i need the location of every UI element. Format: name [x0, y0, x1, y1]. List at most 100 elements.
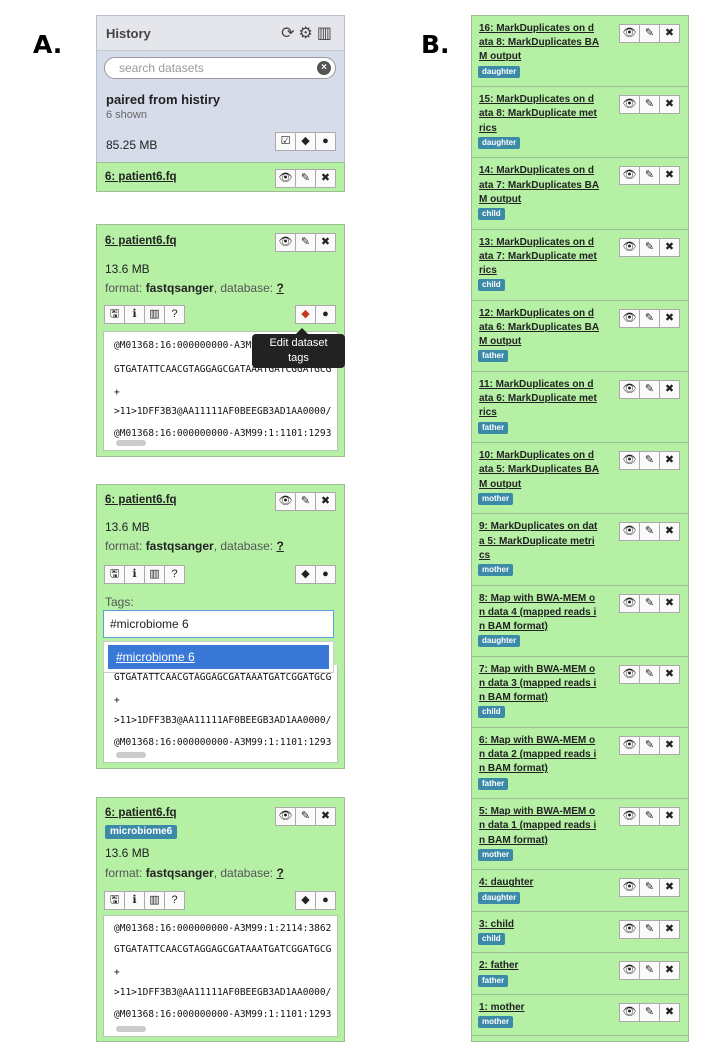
- dataset-row-title[interactable]: 16: MarkDuplicates on d ata 8: MarkDuplic…: [479, 22, 619, 65]
- dataset-row[interactable]: 13: MarkDuplicates on d ata 7: MarkDuplic…: [472, 230, 688, 301]
- tag-badge[interactable]: daughter: [478, 136, 521, 149]
- delete-icon[interactable]: ✖: [659, 919, 680, 939]
- dataset-title[interactable]: 6: patient6.fq: [105, 171, 177, 183]
- pencil-icon[interactable]: ✎: [639, 95, 660, 115]
- pencil-icon[interactable]: ✎: [295, 492, 316, 511]
- dataset-row-title[interactable]: 3: child: [479, 918, 619, 932]
- comment-icon[interactable]: ●: [315, 891, 336, 910]
- dataset-row[interactable]: 16: MarkDuplicates on d ata 8: MarkDuplic…: [472, 16, 688, 88]
- pencil-icon[interactable]: ✎: [639, 878, 660, 898]
- dataset-title[interactable]: 6: patient6.fq: [105, 807, 177, 819]
- pencil-icon[interactable]: ✎: [639, 1002, 660, 1022]
- pencil-icon[interactable]: ✎: [295, 233, 316, 252]
- delete-icon[interactable]: ✖: [659, 95, 680, 115]
- pencil-icon[interactable]: ✎: [639, 308, 660, 328]
- eye-icon[interactable]: 👁: [619, 380, 640, 399]
- eye-icon[interactable]: 👁: [619, 308, 640, 328]
- chart-icon[interactable]: ▥: [144, 891, 165, 910]
- tag-badge[interactable]: father: [478, 421, 509, 434]
- dataset-row-title[interactable]: 4: daughter: [479, 876, 619, 890]
- eye-icon[interactable]: 👁: [619, 522, 640, 542]
- eye-icon[interactable]: 👁: [275, 492, 296, 511]
- help-icon[interactable]: ?: [164, 305, 185, 324]
- clear-search-icon[interactable]: ×: [317, 61, 331, 75]
- dataset-row[interactable]: 3: child child 👁 ✎ ✖: [472, 912, 688, 954]
- dataset-row[interactable]: 11: MarkDuplicates on d ata 6: MarkDuplic…: [472, 372, 688, 444]
- dataset-row[interactable]: 5: Map with BWA-MEM o n data 1 (mapped re…: [472, 799, 688, 871]
- tag-badge[interactable]: father: [478, 350, 509, 363]
- annotation-icon[interactable]: ●: [315, 132, 336, 151]
- info-icon[interactable]: ℹ: [124, 565, 145, 584]
- delete-icon[interactable]: ✖: [659, 664, 680, 684]
- select-datasets-icon[interactable]: ☑: [275, 132, 296, 151]
- eye-icon[interactable]: 👁: [619, 664, 640, 684]
- tag-icon[interactable]: ◆: [295, 565, 316, 584]
- eye-icon[interactable]: 👁: [619, 807, 640, 827]
- tags-icon[interactable]: ◆: [295, 132, 316, 151]
- dataset-title[interactable]: 6: patient6.fq: [105, 494, 177, 506]
- tag-badge[interactable]: mother: [478, 848, 514, 861]
- tag-icon[interactable]: ◆: [295, 305, 316, 324]
- tag-badge[interactable]: child: [478, 706, 505, 719]
- chart-icon[interactable]: ▥: [144, 305, 165, 324]
- tag-suggestion-item[interactable]: #microbiome 6: [108, 645, 329, 669]
- pencil-icon[interactable]: ✎: [639, 736, 660, 755]
- search-input[interactable]: search datasets ×: [104, 57, 336, 79]
- tag-badge[interactable]: child: [478, 279, 505, 292]
- tag-badge[interactable]: father: [478, 777, 509, 790]
- columns-icon[interactable]: ▥: [317, 25, 336, 42]
- dataset-row[interactable]: 15: MarkDuplicates on d ata 8: MarkDuplic…: [472, 87, 688, 159]
- pencil-icon[interactable]: ✎: [639, 166, 660, 186]
- delete-icon[interactable]: ✖: [659, 961, 680, 981]
- tag-badge[interactable]: daughter: [478, 891, 521, 904]
- pencil-icon[interactable]: ✎: [639, 380, 660, 399]
- dataset-row[interactable]: 12: MarkDuplicates on d ata 6: MarkDuplic…: [472, 301, 688, 372]
- tag-badge[interactable]: father: [478, 974, 509, 987]
- dataset-item-collapsed[interactable]: 6: patient6.fq 👁 ✎ ✖: [96, 162, 345, 192]
- dataset-row[interactable]: 2: father father 👁 ✎ ✖: [472, 953, 688, 995]
- tag-icon[interactable]: ◆: [295, 891, 316, 910]
- history-name[interactable]: paired from histiry: [106, 92, 220, 107]
- dataset-row[interactable]: 8: Map with BWA-MEM o n data 4 (mapped re…: [472, 586, 688, 657]
- eye-icon[interactable]: 👁: [619, 166, 640, 186]
- delete-icon[interactable]: ✖: [659, 308, 680, 328]
- eye-icon[interactable]: 👁: [619, 919, 640, 939]
- dataset-row-title[interactable]: 14: MarkDuplicates on d ata 7: MarkDuplic…: [479, 164, 619, 207]
- dataset-row-title[interactable]: 6: Map with BWA-MEM o n data 2 (mapped re…: [479, 734, 619, 777]
- tag-badge[interactable]: child: [478, 207, 505, 220]
- comment-icon[interactable]: ●: [315, 565, 336, 584]
- eye-icon[interactable]: 👁: [619, 736, 640, 755]
- eye-icon[interactable]: 👁: [275, 233, 296, 252]
- dataset-row-title[interactable]: 15: MarkDuplicates on d ata 8: MarkDuplic…: [479, 93, 619, 136]
- pencil-icon[interactable]: ✎: [639, 451, 660, 471]
- delete-icon[interactable]: ✖: [659, 807, 680, 827]
- dataset-row[interactable]: 10: MarkDuplicates on d ata 5: MarkDuplic…: [472, 443, 688, 515]
- tag-badge[interactable]: mother: [478, 563, 514, 576]
- tag-badge[interactable]: daughter: [478, 635, 521, 648]
- pencil-icon[interactable]: ✎: [639, 919, 660, 939]
- eye-icon[interactable]: 👁: [619, 878, 640, 898]
- dataset-row-title[interactable]: 2: father: [479, 959, 619, 973]
- pencil-icon[interactable]: ✎: [639, 24, 660, 43]
- dataset-row[interactable]: 14: MarkDuplicates on d ata 7: MarkDuplic…: [472, 158, 688, 230]
- pencil-icon[interactable]: ✎: [639, 807, 660, 827]
- eye-icon[interactable]: 👁: [619, 95, 640, 115]
- save-icon[interactable]: 🖫: [104, 891, 125, 910]
- tag-badge[interactable]: mother: [478, 1016, 514, 1029]
- delete-icon[interactable]: ✖: [315, 807, 336, 826]
- eye-icon[interactable]: 👁: [619, 1002, 640, 1022]
- pencil-icon[interactable]: ✎: [295, 807, 316, 826]
- delete-icon[interactable]: ✖: [659, 451, 680, 471]
- delete-icon[interactable]: ✖: [659, 24, 680, 43]
- delete-icon[interactable]: ✖: [315, 233, 336, 252]
- dataset-row-title[interactable]: 12: MarkDuplicates on d ata 6: MarkDuplic…: [479, 307, 619, 350]
- chart-icon[interactable]: ▥: [144, 565, 165, 584]
- scrollbar[interactable]: [116, 752, 146, 758]
- tag-badge[interactable]: mother: [478, 492, 514, 505]
- scrollbar[interactable]: [116, 1026, 146, 1032]
- tag-input[interactable]: #microbiome 6: [103, 610, 334, 638]
- comment-icon[interactable]: ●: [315, 305, 336, 324]
- dataset-row-title[interactable]: 11: MarkDuplicates on d ata 6: MarkDuplic…: [479, 378, 619, 421]
- eye-icon[interactable]: 👁: [619, 237, 640, 257]
- gear-icon[interactable]: ⚙: [299, 25, 317, 42]
